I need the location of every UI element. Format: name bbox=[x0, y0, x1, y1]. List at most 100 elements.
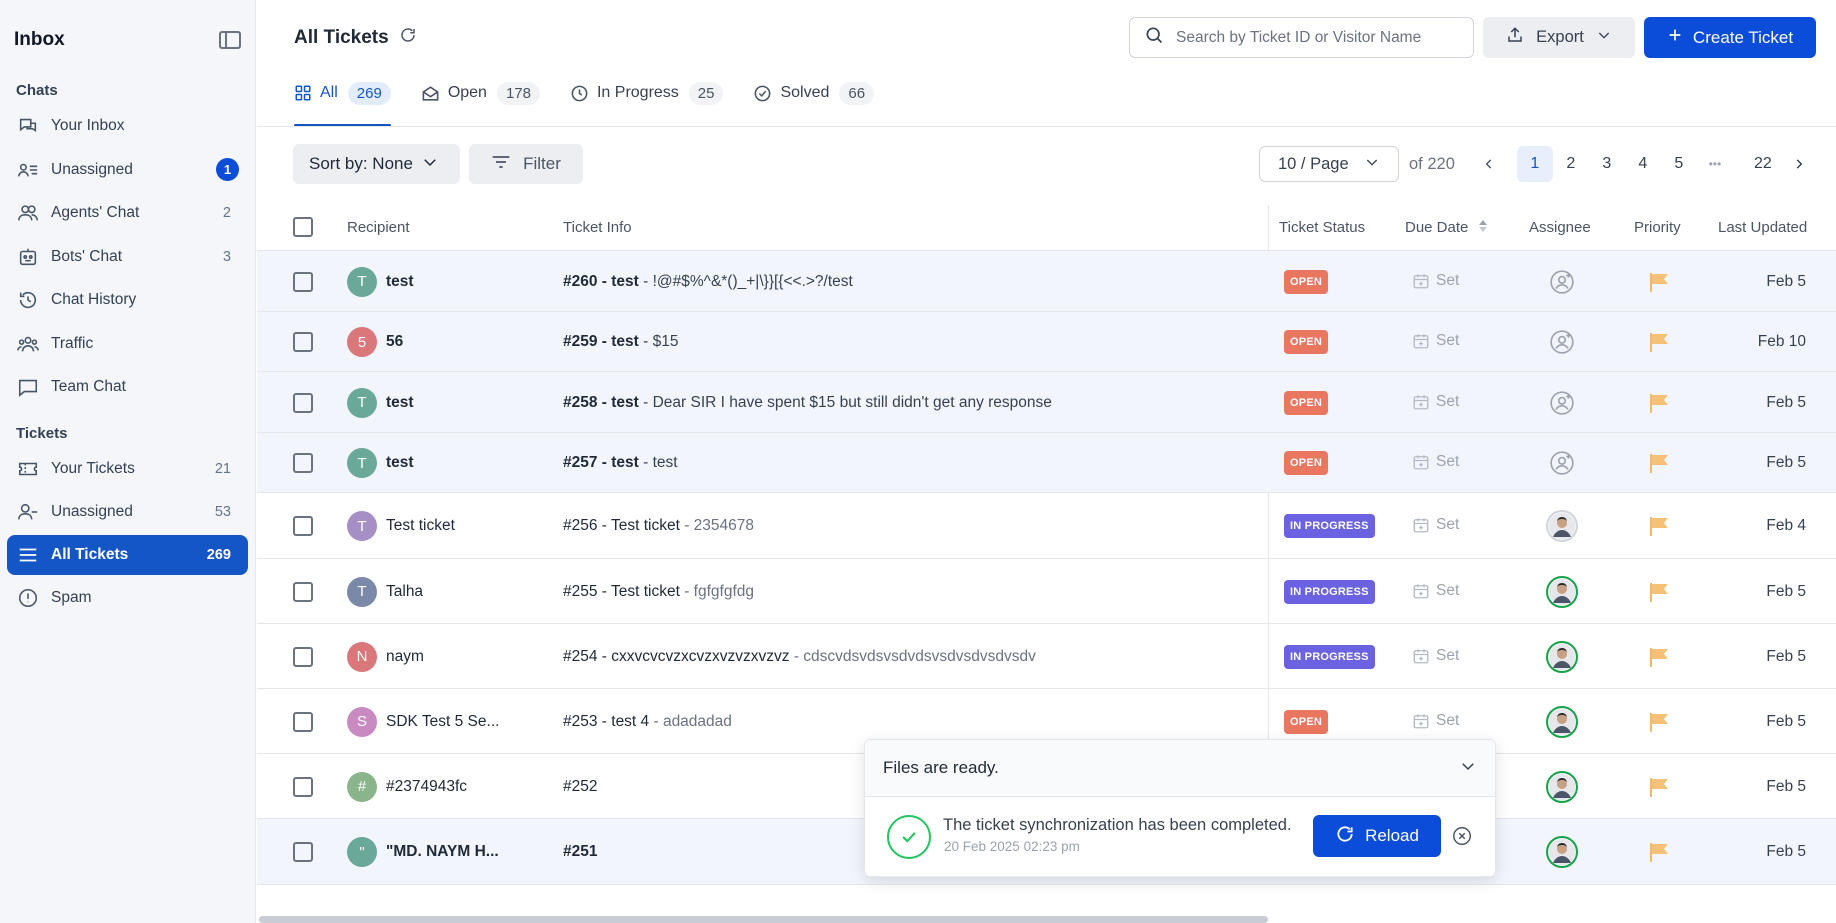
row-checkbox[interactable] bbox=[293, 392, 313, 413]
table-row[interactable]: Ttest #257 - test - test OPEN Set Feb 5 bbox=[257, 433, 1836, 493]
row-checkbox[interactable] bbox=[293, 646, 313, 667]
close-icon[interactable] bbox=[1451, 825, 1473, 852]
ticket-info-cell[interactable]: #253 - test 4 - adadadad bbox=[563, 713, 732, 731]
row-checkbox[interactable] bbox=[293, 711, 313, 732]
ticket-info-cell[interactable]: #260 - test - !@#$%^&*()_+|\}}[{<<.>?/te… bbox=[563, 273, 853, 291]
priority-flag-icon[interactable] bbox=[1647, 331, 1671, 358]
page-size-select[interactable]: 10 / Page bbox=[1259, 146, 1399, 182]
tab-all[interactable]: All 269 bbox=[294, 78, 391, 127]
status-badge[interactable]: OPEN bbox=[1284, 269, 1328, 294]
status-badge[interactable]: OPEN bbox=[1284, 390, 1328, 415]
add-assignee-icon[interactable] bbox=[1546, 387, 1578, 419]
priority-flag-icon[interactable] bbox=[1647, 271, 1671, 298]
due-date-cell[interactable]: Set bbox=[1412, 647, 1459, 665]
due-date-cell[interactable]: Set bbox=[1412, 332, 1459, 350]
reload-button[interactable]: Reload bbox=[1313, 815, 1441, 857]
page-last[interactable]: 22 bbox=[1745, 146, 1781, 182]
page-4[interactable]: 4 bbox=[1625, 146, 1661, 182]
assignee-avatar[interactable] bbox=[1546, 705, 1578, 738]
ticket-info-cell[interactable]: #254 - cxxvcvcvzxcvzxvzvzxvzvz - cdscvds… bbox=[563, 648, 1036, 666]
priority-flag-icon[interactable] bbox=[1647, 452, 1671, 479]
search-input[interactable] bbox=[1176, 28, 1446, 47]
tab-solved[interactable]: Solved 66 bbox=[753, 78, 875, 108]
sidebar-collapse-icon[interactable] bbox=[219, 31, 241, 49]
sidebar-item-your-inbox[interactable]: Your Inbox bbox=[7, 106, 248, 146]
sidebar-item-agents-chat[interactable]: Agents' Chat 2 bbox=[7, 193, 248, 233]
create-ticket-button[interactable]: Create Ticket bbox=[1644, 17, 1816, 58]
row-checkbox[interactable] bbox=[293, 776, 313, 797]
export-button[interactable]: Export bbox=[1483, 17, 1635, 58]
row-checkbox[interactable] bbox=[293, 332, 313, 352]
ticket-info-cell[interactable]: #257 - test - test bbox=[563, 454, 678, 472]
table-row[interactable]: 5 56 #259 - test - $15 OPEN Set Feb 10 bbox=[257, 312, 1836, 372]
horizontal-scrollbar[interactable] bbox=[259, 916, 1268, 923]
ticket-info-cell[interactable]: #251 bbox=[563, 843, 597, 861]
row-checkbox[interactable] bbox=[293, 581, 313, 602]
sidebar-item-traffic[interactable]: Traffic bbox=[7, 324, 248, 364]
priority-flag-icon[interactable] bbox=[1647, 646, 1671, 673]
sidebar-item-unassigned[interactable]: Unassigned 1 bbox=[7, 150, 248, 190]
status-badge[interactable]: IN PROGRESS bbox=[1284, 579, 1375, 604]
tab-in-progress[interactable]: In Progress 25 bbox=[570, 78, 724, 108]
ticket-info-cell[interactable]: #258 - test - Dear SIR I have spent $15 … bbox=[563, 394, 1052, 412]
add-assignee-icon[interactable] bbox=[1546, 326, 1578, 358]
table-row[interactable]: Nnaym #254 - cxxvcvcvzxcvzxvzvzxvzvz - cd… bbox=[257, 624, 1836, 689]
add-assignee-icon[interactable] bbox=[1546, 266, 1578, 298]
row-checkbox[interactable] bbox=[293, 516, 313, 536]
table-row[interactable]: T Test ticket #256 - Test ticket - 2354678… bbox=[257, 493, 1836, 559]
due-date-cell[interactable]: Set bbox=[1412, 516, 1459, 534]
ticket-info-cell[interactable]: #259 - test - $15 bbox=[563, 333, 678, 351]
prev-page-icon[interactable] bbox=[1471, 146, 1507, 182]
table-row[interactable]: T Talha #255 - Test ticket - fgfgfgfdg IN P… bbox=[257, 559, 1836, 624]
page-1[interactable]: 1 bbox=[1516, 146, 1553, 182]
assignee-avatar[interactable] bbox=[1546, 510, 1578, 542]
next-page-icon[interactable] bbox=[1781, 146, 1817, 182]
ticket-info-cell[interactable]: #252 bbox=[563, 778, 597, 796]
priority-flag-icon[interactable] bbox=[1647, 776, 1671, 803]
page-5[interactable]: 5 bbox=[1661, 146, 1697, 182]
sidebar-item-all-tickets[interactable]: All Tickets 269 bbox=[7, 535, 248, 575]
ticket-info-cell[interactable]: #256 - Test ticket - 2354678 bbox=[563, 517, 754, 535]
priority-flag-icon[interactable] bbox=[1647, 841, 1671, 868]
page-3[interactable]: 3 bbox=[1589, 146, 1625, 182]
tab-open[interactable]: Open 178 bbox=[421, 78, 540, 108]
chevron-down-icon[interactable] bbox=[1459, 757, 1477, 780]
status-badge[interactable]: IN PROGRESS bbox=[1284, 514, 1375, 538]
priority-flag-icon[interactable] bbox=[1647, 392, 1671, 419]
filter-button[interactable]: Filter bbox=[469, 144, 583, 184]
sidebar-item-bots-chat[interactable]: Bots' Chat 3 bbox=[7, 237, 248, 277]
due-date-cell[interactable]: Set bbox=[1412, 393, 1459, 411]
table-row[interactable]: Ttest #258 - test - Dear SIR I have spent… bbox=[257, 372, 1836, 433]
assignee-avatar[interactable] bbox=[1546, 836, 1578, 868]
page-2[interactable]: 2 bbox=[1553, 146, 1589, 182]
priority-flag-icon[interactable] bbox=[1647, 581, 1671, 608]
row-checkbox[interactable] bbox=[293, 453, 313, 473]
status-badge[interactable]: OPEN bbox=[1284, 451, 1328, 475]
due-date-cell[interactable]: Set bbox=[1412, 272, 1459, 290]
due-date-cell[interactable]: Set bbox=[1412, 453, 1459, 471]
due-date-cell[interactable]: Set bbox=[1412, 712, 1459, 730]
sidebar-item-unassigned[interactable]: Unassigned 53 bbox=[7, 492, 248, 532]
assignee-avatar[interactable] bbox=[1546, 770, 1578, 803]
search-box[interactable] bbox=[1129, 17, 1474, 58]
due-date-cell[interactable]: Set bbox=[1412, 582, 1459, 600]
col-due-date[interactable]: Due Date bbox=[1405, 219, 1488, 237]
status-badge[interactable]: IN PROGRESS bbox=[1284, 644, 1375, 669]
sidebar-item-team-chat[interactable]: Team Chat bbox=[7, 367, 248, 407]
status-badge[interactable]: OPEN bbox=[1284, 709, 1328, 734]
ticket-info-cell[interactable]: #255 - Test ticket - fgfgfgfdg bbox=[563, 583, 754, 601]
sidebar-item-your-tickets[interactable]: Your Tickets 21 bbox=[7, 449, 248, 489]
assignee-avatar[interactable] bbox=[1546, 575, 1578, 608]
sort-dropdown[interactable]: Sort by: None bbox=[293, 144, 460, 184]
select-all-checkbox[interactable] bbox=[293, 217, 313, 237]
assignee-avatar[interactable] bbox=[1546, 640, 1578, 673]
refresh-icon[interactable] bbox=[399, 26, 417, 49]
add-assignee-icon[interactable] bbox=[1546, 447, 1578, 479]
page-ellipsis[interactable]: ••• bbox=[1697, 146, 1733, 182]
priority-flag-icon[interactable] bbox=[1647, 515, 1671, 542]
sidebar-item-spam[interactable]: Spam bbox=[7, 578, 248, 618]
status-badge[interactable]: OPEN bbox=[1284, 330, 1328, 354]
row-checkbox[interactable] bbox=[293, 842, 313, 862]
row-checkbox[interactable] bbox=[293, 271, 313, 292]
table-row[interactable]: Ttest #260 - test - !@#$%^&*()_+|\}}[{<<.… bbox=[257, 251, 1836, 312]
